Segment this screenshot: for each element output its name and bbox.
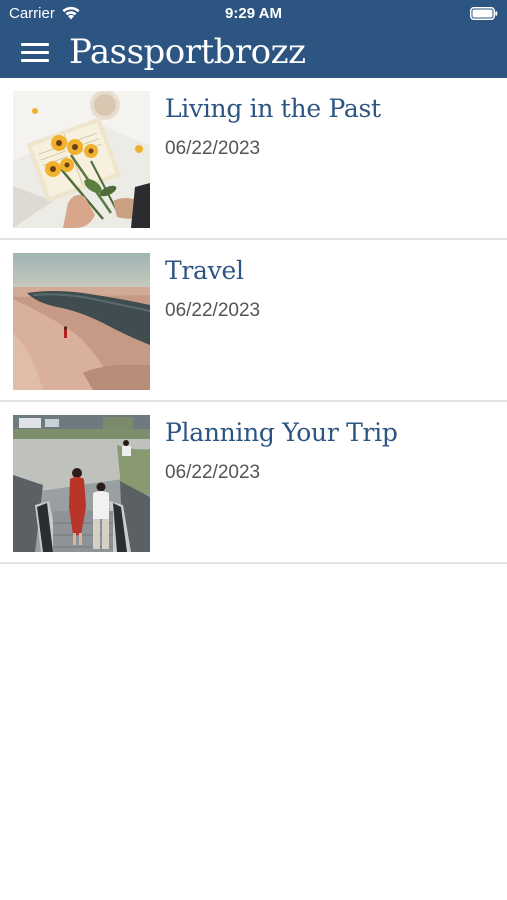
post-title[interactable]: Living in the Past	[165, 94, 381, 123]
post-title[interactable]: Travel	[165, 256, 244, 285]
post-date: 06/22/2023	[165, 300, 261, 321]
status-bar: Carrier 9:29 AM	[0, 0, 507, 28]
app-title: Passportbrozz	[69, 32, 306, 72]
status-time: 9:29 AM	[225, 5, 282, 22]
post-date: 06/22/2023	[165, 462, 261, 483]
battery-icon	[470, 7, 498, 20]
post-thumbnail-desert[interactable]	[13, 253, 150, 390]
post-date: 06/22/2023	[165, 138, 261, 159]
app-header: Carrier 9:29 AM Passportbrozz	[0, 0, 507, 78]
post-list-item[interactable]: Travel 06/22/2023	[0, 240, 507, 402]
post-thumbnail-sunflowers[interactable]	[13, 91, 150, 228]
post-list-item[interactable]: Planning Your Trip 06/22/2023	[0, 402, 507, 564]
post-title[interactable]: Planning Your Trip	[165, 418, 398, 447]
post-list: Living in the Past 06/22/2023 Travel 06/…	[0, 78, 507, 564]
post-thumbnail-escalator[interactable]	[13, 415, 150, 552]
post-list-item[interactable]: Living in the Past 06/22/2023	[0, 78, 507, 240]
hamburger-menu-icon[interactable]	[18, 38, 52, 68]
